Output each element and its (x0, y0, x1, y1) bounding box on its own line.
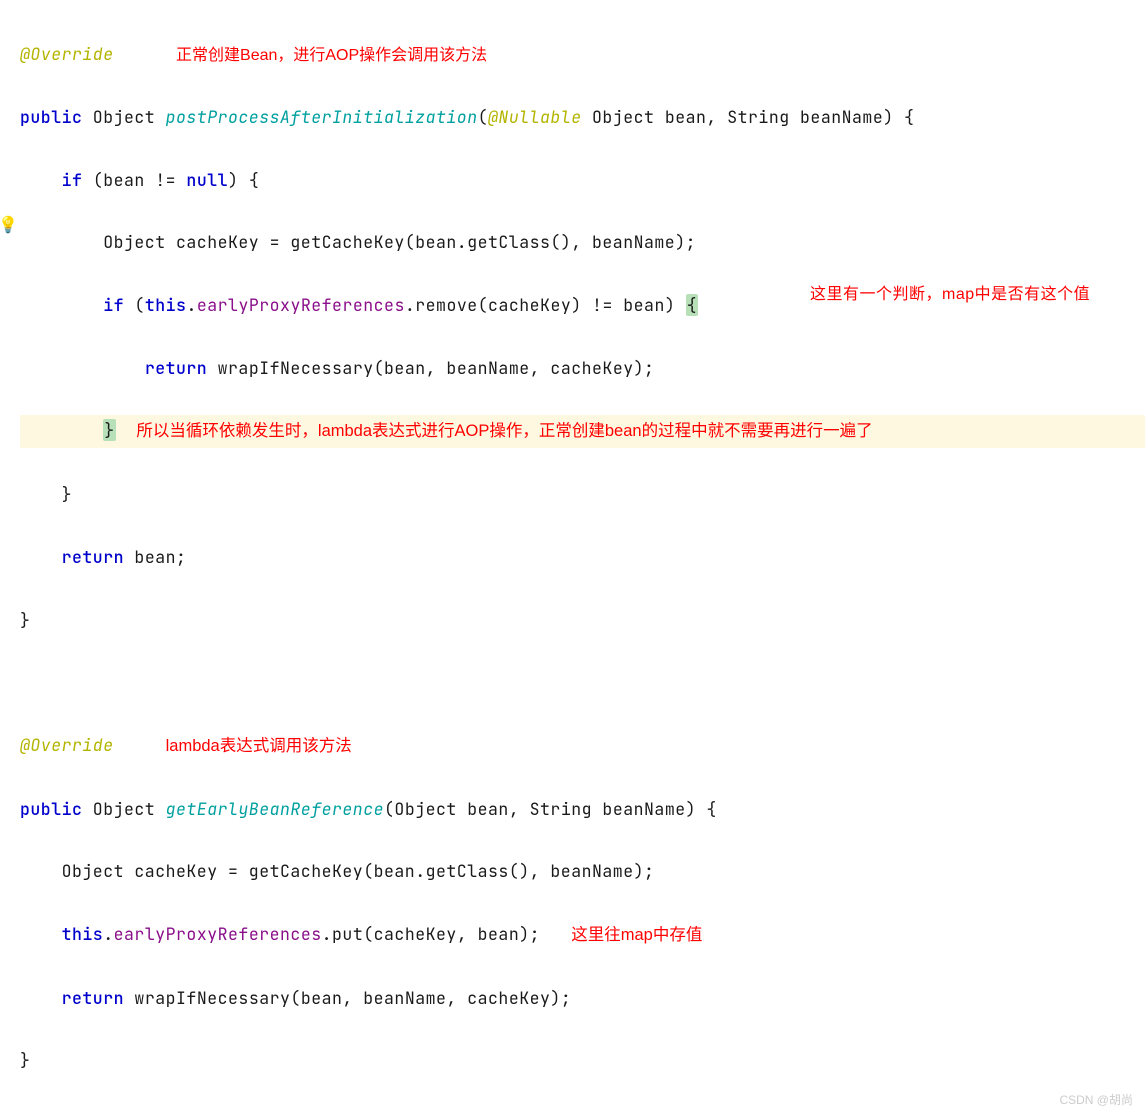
code-line: if (this.earlyProxyReferences.remove(cac… (20, 290, 1145, 321)
code-line: return wrapIfNecessary(bean, beanName, c… (20, 983, 1145, 1014)
annotation-right1: 这里有一个判断，map中是否有这个值 (810, 284, 1140, 306)
field-earlyproxy: earlyProxyReferences (197, 294, 405, 316)
code-editor: @Override 正常创建Bean，进行AOP操作会调用该方法 public … (0, 0, 1145, 1116)
override-annotation: @Override (20, 43, 114, 65)
highlighted-brace-close: } (103, 419, 115, 441)
annotation-right2: 这里往map中存值 (571, 926, 702, 944)
annotation-top: 正常创建Bean，进行AOP操作会调用该方法 (176, 47, 487, 64)
code-line: Object cacheKey = getCacheKey(bean.getCl… (20, 856, 1145, 887)
code-line: Object cacheKey = getCacheKey(bean.getCl… (20, 227, 1145, 258)
code-line: @Override 正常创建Bean，进行AOP操作会调用该方法 (20, 39, 1145, 70)
code-line: public Object postProcessAfterInitializa… (20, 102, 1145, 133)
kw-public: public (20, 798, 82, 820)
lightbulb-icon[interactable]: 💡 (0, 210, 18, 240)
code-line: } (20, 1045, 1145, 1076)
code-line: @Override lambda表达式调用该方法 (20, 730, 1145, 762)
put-call: .put(cacheKey, bean); (322, 923, 540, 945)
field-earlyproxy-2: earlyProxyReferences (114, 923, 322, 945)
annotation-mid2: lambda表达式调用该方法 (166, 737, 352, 755)
kw-null: null (186, 169, 228, 191)
kw-return: return (145, 357, 207, 379)
annotation-middle: 所以当循环依赖发生时，lambda表达式进行AOP操作，正常创建bean的过程中… (136, 422, 872, 440)
m2-sig: (Object bean, String beanName) { (384, 798, 717, 820)
nullable-annotation: @Nullable (488, 106, 582, 128)
kw-this: this (145, 294, 187, 316)
blank-line (20, 667, 1145, 698)
kw-return: return (62, 987, 124, 1009)
m2-cachekey: Object cacheKey = getCacheKey(bean.getCl… (62, 860, 655, 882)
code-line: } (20, 479, 1145, 510)
code-line: if (bean != null) { (20, 165, 1145, 196)
code-line: public Object getEarlyBeanReference(Obje… (20, 794, 1145, 825)
code-line: return wrapIfNecessary(bean, beanName, c… (20, 353, 1145, 384)
code-line: } (20, 605, 1145, 636)
highlighted-brace-open: { (686, 294, 698, 316)
kw-this: this (62, 923, 104, 945)
kw-public: public (20, 106, 82, 128)
method-name-2: getEarlyBeanReference (166, 798, 384, 820)
kw-if: if (103, 294, 124, 316)
kw-return: return (62, 546, 124, 568)
code-line: this.earlyProxyReferences.put(cacheKey, … (20, 919, 1145, 951)
highlighted-line: } 所以当循环依赖发生时，lambda表达式进行AOP操作，正常创建bean的过… (20, 415, 1145, 447)
watermark: CSDN @胡尚 (1059, 1089, 1133, 1112)
param-sig: Object bean, String beanName) { (592, 106, 914, 128)
cachekey-line: Object cacheKey = getCacheKey(bean.getCl… (103, 231, 696, 253)
code-line: return bean; (20, 542, 1145, 573)
kw-if: if (62, 169, 83, 191)
remove-call: .remove(cacheKey) != bean) (405, 294, 686, 316)
method-name-1: postProcessAfterInitialization (166, 106, 478, 128)
override-annotation-2: @Override (20, 734, 114, 756)
